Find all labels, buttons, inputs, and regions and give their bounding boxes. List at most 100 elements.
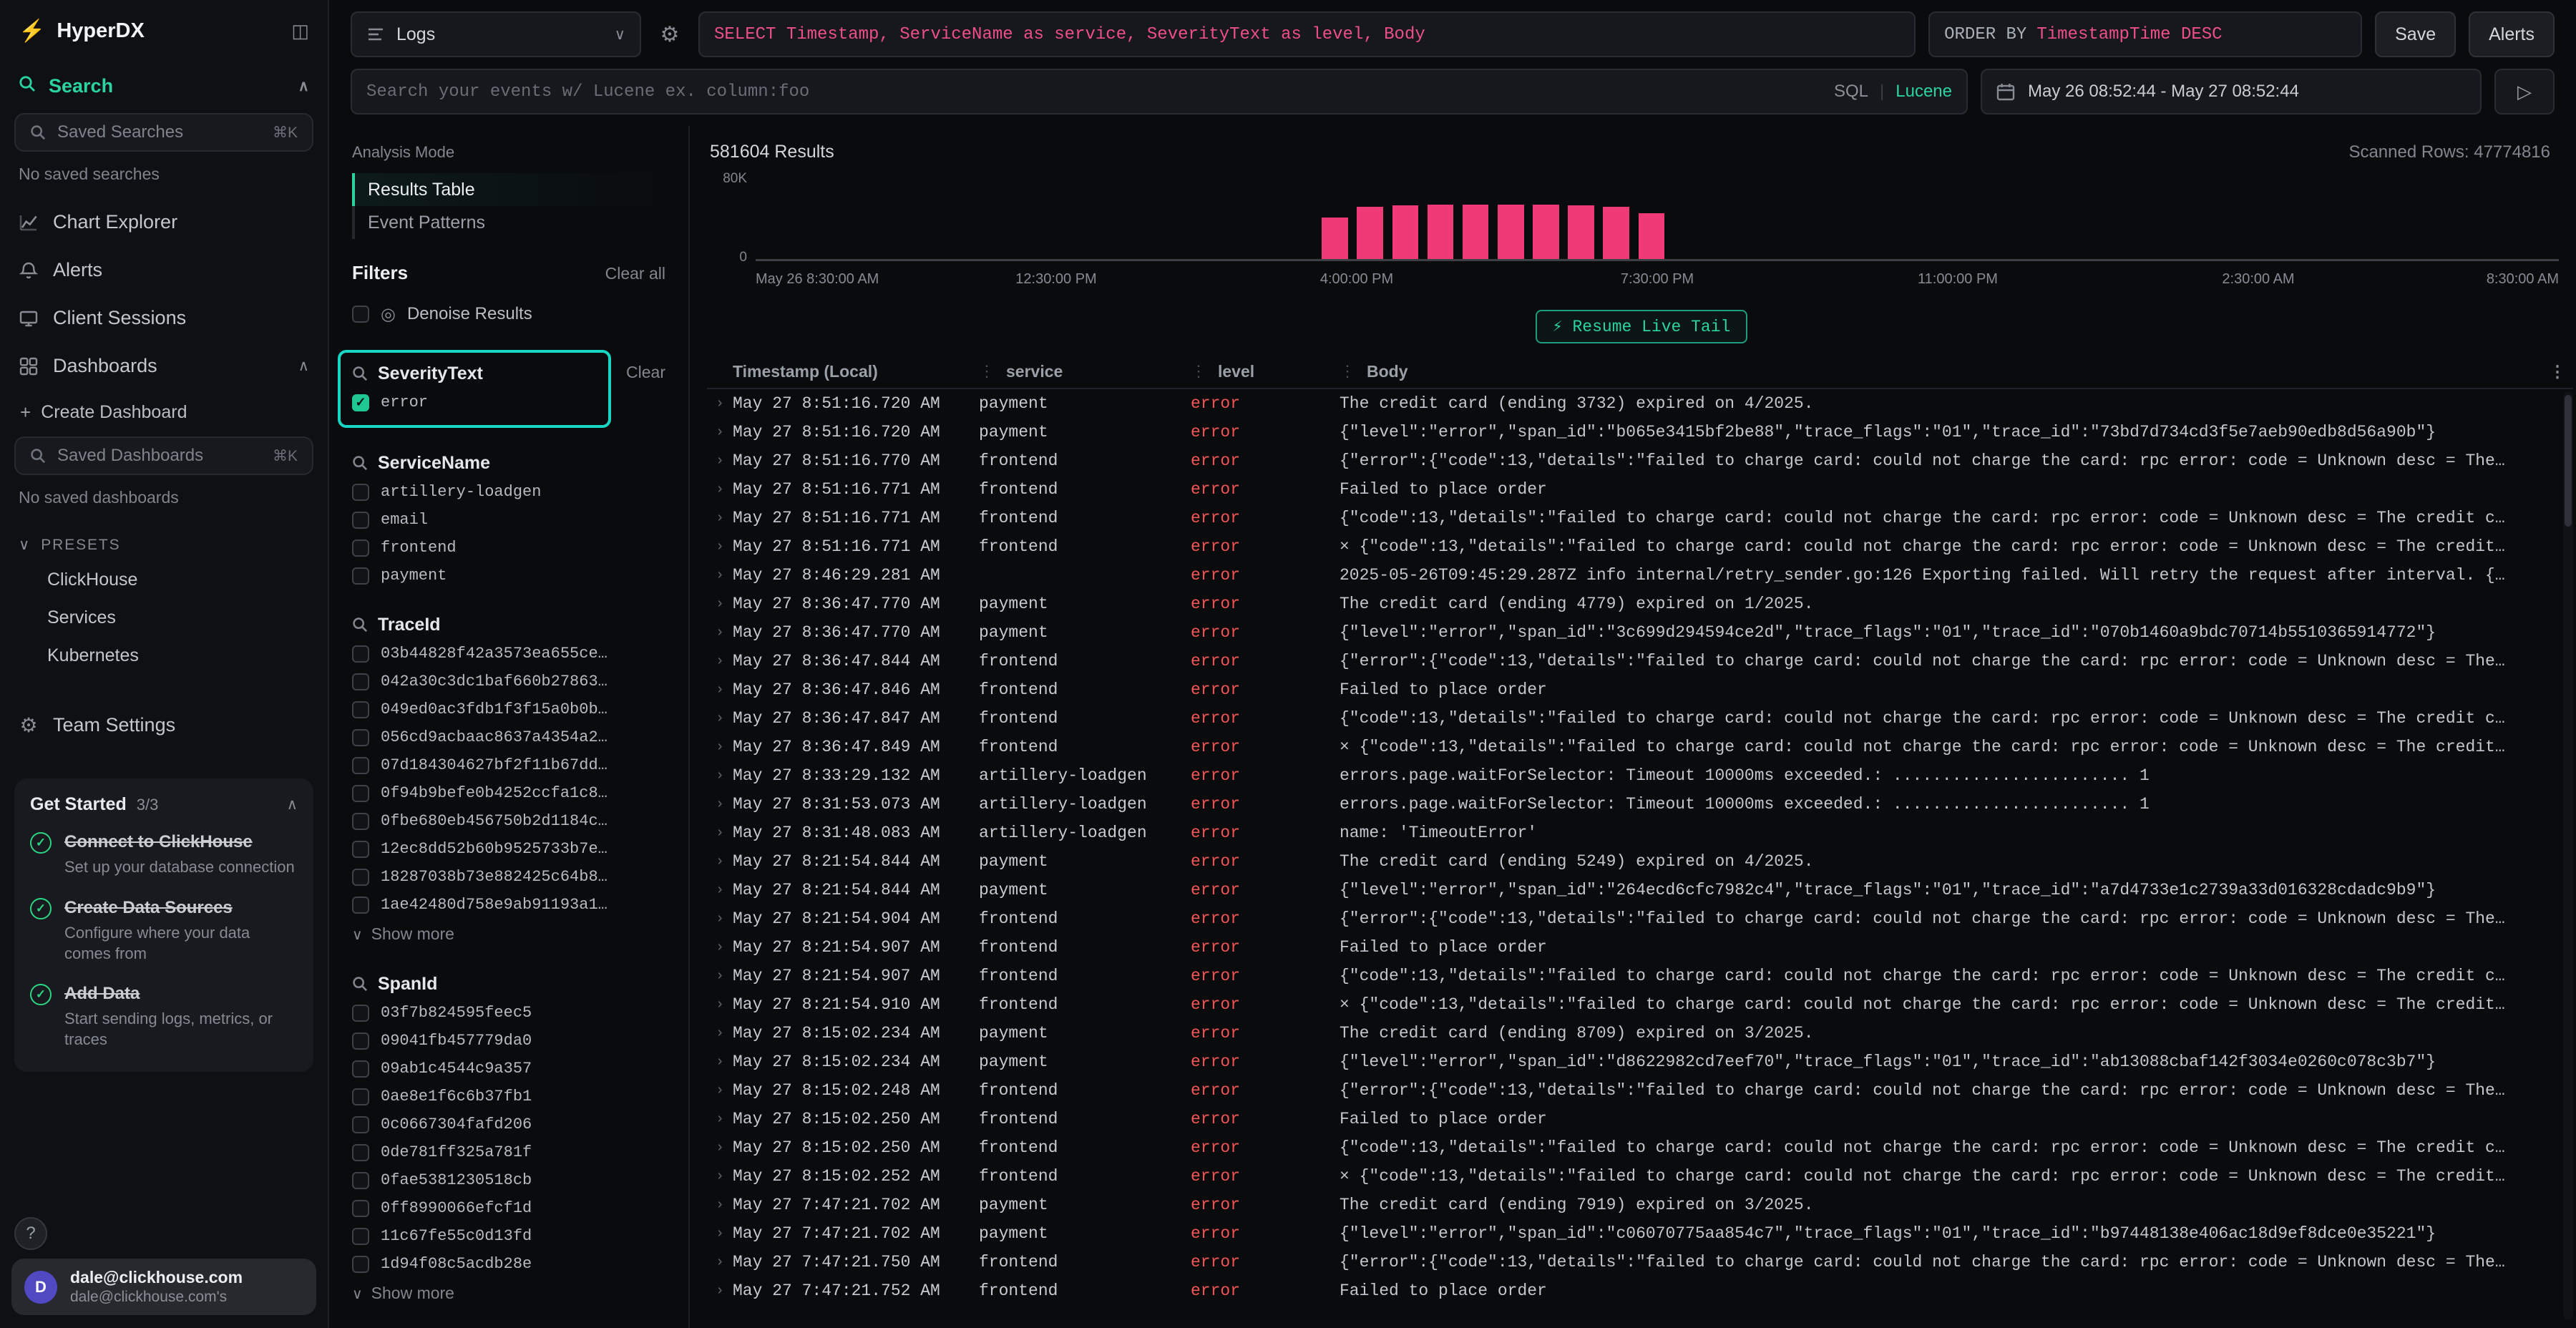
- facet-option[interactable]: frontend: [352, 534, 665, 562]
- histogram-bar[interactable]: [1322, 218, 1348, 260]
- facet-checkbox[interactable]: [352, 1116, 369, 1133]
- facet-checkbox[interactable]: [352, 1228, 369, 1245]
- table-scrollbar[interactable]: [2563, 392, 2573, 1319]
- histogram-bar[interactable]: [1533, 205, 1559, 259]
- facet-option[interactable]: 03b44828f42a3573ea655ce…: [352, 640, 665, 668]
- row-expand-icon[interactable]: [707, 1226, 733, 1242]
- log-row[interactable]: May 27 8:51:16.720 AM payment error {"le…: [707, 418, 2573, 446]
- facet-option[interactable]: 03f7b824595feec5: [352, 999, 665, 1027]
- row-expand-icon[interactable]: [707, 1083, 733, 1099]
- facet-checkbox[interactable]: [352, 1172, 369, 1189]
- histogram-bar[interactable]: [1639, 213, 1665, 259]
- row-expand-icon[interactable]: [707, 424, 733, 441]
- column-divider-icon[interactable]: ⋮: [1340, 362, 1355, 381]
- facet-checkbox[interactable]: [352, 1144, 369, 1161]
- histogram-bar[interactable]: [1428, 205, 1454, 259]
- row-expand-icon[interactable]: [707, 682, 733, 698]
- log-row[interactable]: May 27 8:21:54.907 AM frontend error {"c…: [707, 962, 2573, 990]
- source-selector[interactable]: Logs ∨: [351, 11, 641, 57]
- log-row[interactable]: May 27 7:47:21.752 AM frontend error Fai…: [707, 1276, 2573, 1305]
- sidebar-item-client-sessions[interactable]: Client Sessions: [0, 294, 328, 342]
- source-settings-button[interactable]: ⚙: [654, 11, 686, 57]
- facet-option[interactable]: 049ed0ac3fdb1f3f15a0b0b…: [352, 695, 665, 723]
- row-expand-icon[interactable]: [707, 968, 733, 985]
- row-expand-icon[interactable]: [707, 1054, 733, 1070]
- facet-checkbox[interactable]: [352, 484, 369, 501]
- facet-option[interactable]: email: [352, 506, 665, 534]
- facet-option[interactable]: 18287038b73e882425c64b8…: [352, 863, 665, 891]
- sidebar-item-team-settings[interactable]: ⚙ Team Settings: [0, 700, 328, 750]
- get-started-item[interactable]: Connect to ClickHouse Set up your databa…: [30, 831, 298, 878]
- facet-checkbox[interactable]: [352, 729, 369, 746]
- row-expand-icon[interactable]: [707, 739, 733, 756]
- row-expand-icon[interactable]: [707, 768, 733, 784]
- get-started-item[interactable]: Add Data Start sending logs, metrics, or…: [30, 982, 298, 1050]
- histogram-bar[interactable]: [1463, 205, 1489, 259]
- row-expand-icon[interactable]: [707, 396, 733, 412]
- lucene-search-input[interactable]: Search your events w/ Lucene ex. column:…: [351, 69, 1968, 114]
- histogram-bar[interactable]: [1357, 207, 1383, 259]
- facet-checkbox[interactable]: [352, 897, 369, 914]
- select-query-input[interactable]: SELECT Timestamp, ServiceName as service…: [698, 11, 1916, 57]
- row-expand-icon[interactable]: [707, 1254, 733, 1271]
- show-more-link[interactable]: Show more: [352, 1278, 665, 1308]
- log-row[interactable]: May 27 8:36:47.849 AM frontend error × {…: [707, 733, 2573, 761]
- sidebar-item-kubernetes[interactable]: Kubernetes: [0, 637, 328, 675]
- facet-option[interactable]: 0ae8e1f6c6b37fb1: [352, 1083, 665, 1110]
- row-expand-icon[interactable]: [707, 567, 733, 584]
- facet-option[interactable]: 0c0667304fafd206: [352, 1110, 665, 1138]
- denoise-results-toggle[interactable]: ◎ Denoise Results: [352, 298, 665, 330]
- date-range-picker[interactable]: May 26 08:52:44 - May 27 08:52:44: [1981, 69, 2482, 114]
- row-expand-icon[interactable]: [707, 825, 733, 841]
- denoise-checkbox[interactable]: [352, 306, 369, 323]
- user-menu[interactable]: D dale@clickhouse.com dale@clickhouse.co…: [11, 1259, 316, 1315]
- log-row[interactable]: May 27 8:15:02.250 AM frontend error {"c…: [707, 1133, 2573, 1162]
- row-expand-icon[interactable]: [707, 1283, 733, 1299]
- row-expand-icon[interactable]: [707, 911, 733, 927]
- log-row[interactable]: May 27 8:51:16.771 AM frontend error × {…: [707, 532, 2573, 561]
- histogram-bar[interactable]: [1392, 205, 1419, 259]
- row-expand-icon[interactable]: [707, 1197, 733, 1214]
- log-row[interactable]: May 27 8:51:16.771 AM frontend error {"c…: [707, 504, 2573, 532]
- log-row[interactable]: May 27 8:36:47.846 AM frontend error Fai…: [707, 675, 2573, 704]
- log-row[interactable]: May 27 8:21:54.844 AM payment error {"le…: [707, 876, 2573, 904]
- log-row[interactable]: May 27 8:15:02.234 AM payment error The …: [707, 1019, 2573, 1048]
- facet-checkbox[interactable]: [352, 1088, 369, 1105]
- facet-checkbox[interactable]: [352, 1256, 369, 1273]
- row-expand-icon[interactable]: [707, 796, 733, 813]
- get-started-item[interactable]: Create Data Sources Configure where your…: [30, 897, 298, 964]
- log-row[interactable]: May 27 8:15:02.252 AM frontend error × {…: [707, 1162, 2573, 1191]
- lucene-mode-toggle[interactable]: Lucene: [1896, 82, 1952, 102]
- get-started-header[interactable]: Get Started 3/3 ∧: [30, 794, 298, 815]
- log-row[interactable]: May 27 8:31:53.073 AM artillery-loadgen …: [707, 790, 2573, 819]
- resume-live-tail-button[interactable]: ⚡ Resume Live Tail: [1536, 310, 1748, 343]
- create-dashboard-button[interactable]: + Create Dashboard: [0, 390, 328, 435]
- table-scrollbar-thumb[interactable]: [2565, 395, 2572, 527]
- facet-checkbox[interactable]: [352, 567, 369, 585]
- facet-checkbox[interactable]: [352, 540, 369, 557]
- facet-option[interactable]: 1d94f08c5acdb28e: [352, 1250, 665, 1278]
- row-expand-icon[interactable]: [707, 1111, 733, 1128]
- facet-option[interactable]: 07d184304627bf2f11b67dd…: [352, 751, 665, 779]
- filter-group-header[interactable]: ServiceName: [352, 448, 665, 478]
- facet-checkbox[interactable]: [352, 394, 369, 411]
- facet-checkbox[interactable]: [352, 841, 369, 858]
- sidebar-item-clickhouse[interactable]: ClickHouse: [0, 561, 328, 599]
- row-expand-icon[interactable]: [707, 1025, 733, 1042]
- col-header-level[interactable]: ⋮level: [1191, 362, 1340, 381]
- sidebar-item-dashboards[interactable]: Dashboards ∧: [0, 342, 328, 390]
- facet-option[interactable]: 056cd9acbaac8637a4354a2…: [352, 723, 665, 751]
- log-row[interactable]: May 27 8:15:02.250 AM frontend error Fai…: [707, 1105, 2573, 1133]
- log-row[interactable]: May 27 8:51:16.771 AM frontend error Fai…: [707, 475, 2573, 504]
- log-row[interactable]: May 27 8:15:02.248 AM frontend error {"e…: [707, 1076, 2573, 1105]
- log-row[interactable]: May 27 8:46:29.281 AM error 2025-05-26T0…: [707, 561, 2573, 590]
- facet-checkbox[interactable]: [352, 1200, 369, 1217]
- sidebar-collapse-icon[interactable]: ◫: [291, 20, 309, 42]
- row-expand-icon[interactable]: [707, 939, 733, 956]
- sql-mode-toggle[interactable]: SQL: [1834, 82, 1868, 102]
- saved-dashboards-button[interactable]: Saved Dashboards ⌘K: [14, 436, 313, 475]
- sidebar-item-alerts[interactable]: Alerts: [0, 246, 328, 294]
- facet-checkbox[interactable]: [352, 1005, 369, 1022]
- filter-group-header[interactable]: SeverityText: [352, 358, 597, 389]
- facet-checkbox[interactable]: [352, 757, 369, 774]
